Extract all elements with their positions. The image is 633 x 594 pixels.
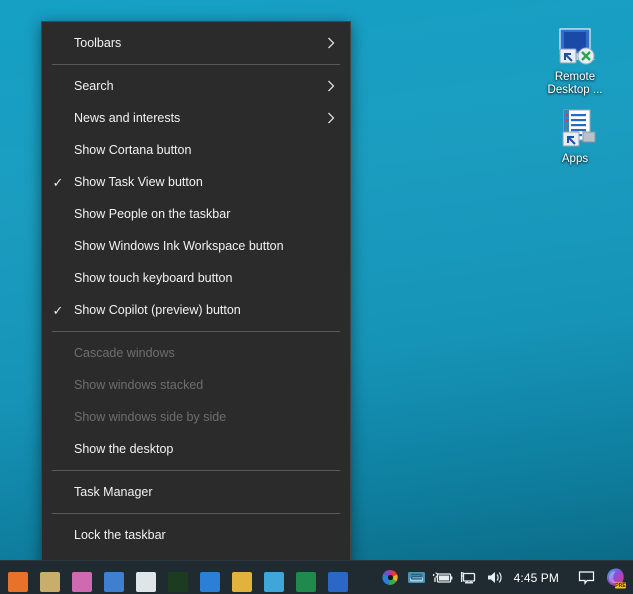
taskbar-app-terminal[interactable] [164,561,192,594]
menu-item-label: News and interests [74,111,181,125]
menu-separator [52,331,340,332]
desktop-icon-remote-desktop[interactable]: Remote Desktop ... [538,24,612,97]
menu-item-show-touch-keyboard-button[interactable]: Show touch keyboard button [42,262,350,294]
menu-item-gutter [42,369,74,401]
taskbar-context-menu[interactable]: Toolbars Search News and interests Show Cor… [41,21,351,589]
menu-item-label: Toolbars [74,36,122,50]
menu-item-show-the-desktop[interactable]: Show the desktop [42,433,350,465]
taskbar-app-edge[interactable] [196,561,224,594]
taskbar-pinned-apps [0,561,378,594]
notification-bubble-icon[interactable] [571,561,601,594]
menu-item-gutter [42,70,74,102]
taskbar-app-photos[interactable] [260,561,288,594]
taskbar-clock[interactable]: 4:45 PM [508,571,571,585]
copilot-preview-icon[interactable]: PRE [601,561,631,594]
system-tray: 4:45 PM PRE [378,561,633,594]
chevron-right-icon [322,36,340,50]
taskbar-app-paint-3d[interactable] [68,561,96,594]
taskbar-app-word[interactable] [324,561,352,594]
excel-icon [296,571,316,592]
menu-item-search[interactable]: Search [42,70,350,102]
check-icon: ✓ [42,294,74,326]
menu-item-label: Show People on the taskbar [74,207,231,221]
menu-item-label: Show Task View button [74,175,203,189]
menu-item-toolbars[interactable]: Toolbars [42,27,350,59]
check-icon: ✓ [42,166,74,198]
taskbar-app-excel[interactable] [292,561,320,594]
taskbar-app-firefox[interactable] [4,561,32,594]
menu-item-show-windows-side-by-side: Show windows side by side [42,401,350,433]
chevron-right-icon [322,79,340,93]
menu-item-gutter [42,134,74,166]
desktop-icon-label: Apps [561,153,589,165]
menu-item-gutter [42,27,74,59]
menu-separator [52,64,340,65]
menu-items-container: Toolbars Search News and interests Show Cor… [42,27,350,583]
menu-item-label: Show Copilot (preview) button [74,303,241,317]
menu-item-label: Show Cortana button [74,143,192,157]
menu-item-show-windows-stacked: Show windows stacked [42,369,350,401]
terminal-icon [168,571,188,592]
menu-item-gutter [42,519,74,551]
show-hidden-icons-icon[interactable] [378,561,404,594]
menu-item-gutter [42,337,74,369]
menu-item-gutter [42,433,74,465]
notepad-icon [232,571,252,592]
menu-item-gutter [42,262,74,294]
store-icon [104,571,124,592]
menu-item-cascade-windows: Cascade windows [42,337,350,369]
menu-item-label: Show windows side by side [74,410,227,424]
menu-item-label: Cascade windows [74,346,175,360]
word-icon [328,571,348,592]
desktop: Remote Desktop ... Apps Toolbars Search … [0,0,633,594]
onedrive-icon[interactable] [404,561,430,594]
menu-item-gutter [42,198,74,230]
taskbar-app-store[interactable] [100,561,128,594]
chevron-right-icon [322,111,340,125]
menu-item-show-people-on-the-taskbar[interactable]: Show People on the taskbar [42,198,350,230]
firefox-icon [8,571,28,592]
taskbar[interactable]: 4:45 PM PRE [0,560,633,594]
photos-icon [264,571,284,592]
menu-item-label: Show Windows Ink Workspace button [74,239,284,253]
menu-item-news-and-interests[interactable]: News and interests [42,102,350,134]
volume-icon[interactable] [482,561,508,594]
battery-charging-icon[interactable] [430,561,456,594]
apps-list-shortcut-icon [538,106,612,150]
remote-desktop-shortcut-icon [538,24,612,68]
menu-item-gutter [42,102,74,134]
svg-text:PRE: PRE [615,583,626,589]
menu-item-task-manager[interactable]: Task Manager [42,476,350,508]
menu-item-lock-the-taskbar[interactable]: Lock the taskbar [42,519,350,551]
menu-item-label: Lock the taskbar [74,528,166,542]
mail-icon [136,571,156,592]
menu-separator [52,470,340,471]
menu-item-show-windows-ink-workspace-button[interactable]: Show Windows Ink Workspace button [42,230,350,262]
menu-item-show-task-view-button[interactable]: ✓ Show Task View button [42,166,350,198]
taskbar-app-file-explorer[interactable] [36,561,64,594]
desktop-icon-apps[interactable]: Apps [538,106,612,166]
menu-item-show-cortana-button[interactable]: Show Cortana button [42,134,350,166]
menu-separator [52,513,340,514]
menu-item-label: Search [74,79,114,93]
file-explorer-icon [40,571,60,592]
taskbar-app-notepad[interactable] [228,561,256,594]
edge-icon [200,571,220,592]
network-icon[interactable] [456,561,482,594]
taskbar-app-mail[interactable] [132,561,160,594]
desktop-icon-label: Remote Desktop ... [547,71,603,96]
menu-item-gutter [42,230,74,262]
check-glyph: ✓ [52,302,64,318]
menu-item-label: Show the desktop [74,442,174,456]
paint-3d-icon [72,571,92,592]
menu-item-label: Show windows stacked [74,378,204,392]
menu-item-gutter [42,401,74,433]
menu-item-gutter [42,476,74,508]
menu-item-show-copilot-preview-button[interactable]: ✓ Show Copilot (preview) button [42,294,350,326]
menu-item-label: Show touch keyboard button [74,271,233,285]
check-glyph: ✓ [52,174,64,190]
menu-item-label: Task Manager [74,485,153,499]
